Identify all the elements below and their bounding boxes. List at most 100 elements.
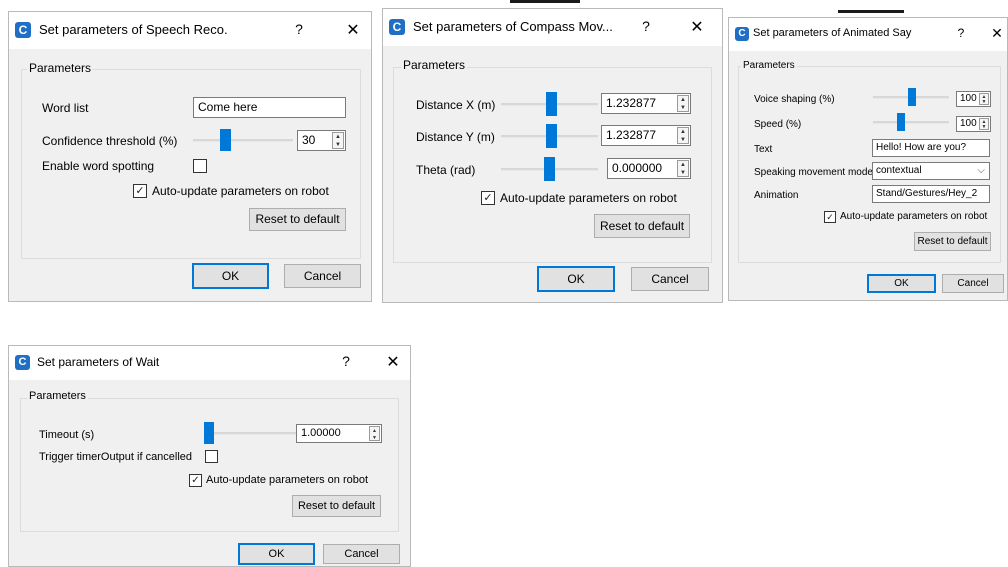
- spin-down-icon[interactable]: ▼: [333, 141, 343, 149]
- background-fragment: [838, 10, 904, 13]
- auto-update-label: Auto-update parameters on robot: [500, 191, 677, 205]
- spinbox-value: 30: [302, 133, 316, 147]
- spin-up-icon[interactable]: ▲: [678, 128, 688, 136]
- spin-arrows-icon[interactable]: ▲ ▼: [677, 95, 689, 112]
- title-bar[interactable]: C Set parameters of Wait ? ✕: [9, 346, 410, 380]
- spin-down-icon[interactable]: ▼: [678, 136, 688, 144]
- text-label: Text: [754, 144, 773, 155]
- timeout-slider[interactable]: [204, 422, 296, 444]
- question-mark-icon[interactable]: ?: [636, 18, 656, 34]
- speed-spinbox[interactable]: 100 ▲ ▼: [956, 116, 991, 132]
- slider-handle[interactable]: [908, 88, 916, 106]
- slider-groove: [873, 121, 949, 124]
- app-c-icon: C: [15, 355, 30, 370]
- animation-input[interactable]: Stand/Gestures/Hey_2: [872, 185, 990, 203]
- slider-handle[interactable]: [546, 124, 557, 148]
- app-c-icon: C: [15, 22, 31, 38]
- title-bar[interactable]: C Set parameters of Animated Say ? ✕: [729, 18, 1007, 51]
- spin-arrows-icon[interactable]: ▲ ▼: [332, 132, 344, 149]
- spin-down-icon[interactable]: ▼: [980, 124, 988, 130]
- title-bar[interactable]: C Set parameters of Compass Mov... ? ✕: [383, 9, 722, 46]
- dialog-title: Set parameters of Speech Reco.: [39, 22, 228, 37]
- cancel-button[interactable]: Cancel: [631, 267, 709, 291]
- distance-x-slider[interactable]: [501, 92, 598, 116]
- trigger-checkbox[interactable]: [205, 450, 218, 463]
- question-mark-icon[interactable]: ?: [336, 353, 356, 369]
- voice-shaping-label: Voice shaping (%): [754, 94, 835, 105]
- chevron-down-icon[interactable]: ⌵: [977, 163, 985, 179]
- auto-update-checkbox[interactable]: ✓: [481, 191, 495, 205]
- voice-shaping-spinbox[interactable]: 100 ▲ ▼: [956, 91, 991, 107]
- close-x-icon[interactable]: ✕: [987, 25, 1007, 42]
- spin-arrows-icon[interactable]: ▲ ▼: [979, 118, 989, 130]
- spin-arrows-icon[interactable]: ▲ ▼: [369, 426, 380, 441]
- close-x-icon[interactable]: ✕: [343, 20, 363, 40]
- spin-up-icon[interactable]: ▲: [678, 96, 688, 104]
- word-list-input[interactable]: Come here: [193, 97, 346, 118]
- confidence-spinbox[interactable]: 30 ▲ ▼: [297, 130, 346, 151]
- close-x-icon[interactable]: ✕: [383, 352, 403, 372]
- reset-to-default-button[interactable]: Reset to default: [914, 232, 991, 251]
- reset-to-default-button[interactable]: Reset to default: [594, 214, 690, 238]
- spin-arrows-icon[interactable]: ▲ ▼: [979, 93, 989, 105]
- theta-spinbox[interactable]: 0.000000 ▲ ▼: [607, 158, 691, 179]
- ok-button[interactable]: OK: [238, 543, 315, 565]
- auto-update-label: Auto-update parameters on robot: [152, 184, 329, 198]
- slider-groove: [193, 139, 293, 142]
- word-spotting-checkbox[interactable]: [193, 159, 207, 173]
- spin-down-icon[interactable]: ▼: [980, 99, 988, 105]
- group-title: Parameters: [27, 390, 88, 402]
- ok-button[interactable]: OK: [537, 266, 615, 292]
- spin-up-icon[interactable]: ▲: [333, 133, 343, 141]
- animation-label: Animation: [754, 190, 799, 201]
- slider-handle[interactable]: [204, 422, 214, 444]
- dialog-title: Set parameters of Compass Mov...: [413, 19, 613, 34]
- spinbox-value: 0.000000: [612, 161, 663, 175]
- background-fragment: [510, 0, 580, 3]
- slider-handle[interactable]: [544, 157, 555, 181]
- text-input[interactable]: Hello! How are you?: [872, 139, 990, 157]
- theta-label: Theta (rad): [416, 163, 476, 177]
- question-mark-icon[interactable]: ?: [951, 26, 971, 40]
- theta-slider[interactable]: [501, 157, 598, 181]
- distance-x-label: Distance X (m): [416, 98, 496, 112]
- question-mark-icon[interactable]: ?: [289, 21, 309, 37]
- spin-down-icon[interactable]: ▼: [678, 104, 688, 112]
- ok-button[interactable]: OK: [192, 263, 269, 289]
- distance-y-spinbox[interactable]: 1.232877 ▲ ▼: [601, 125, 691, 146]
- spin-down-icon[interactable]: ▼: [370, 434, 379, 441]
- cancel-button[interactable]: Cancel: [323, 544, 400, 564]
- slider-handle[interactable]: [897, 113, 905, 131]
- distance-y-slider[interactable]: [501, 124, 598, 148]
- dialog-title: Set parameters of Wait: [37, 355, 160, 369]
- timeout-spinbox[interactable]: 1.00000 ▲ ▼: [296, 424, 382, 443]
- spin-arrows-icon[interactable]: ▲ ▼: [677, 160, 689, 177]
- auto-update-label: Auto-update parameters on robot: [206, 474, 369, 486]
- group-title: Parameters: [27, 61, 94, 75]
- confidence-slider[interactable]: [193, 129, 293, 151]
- distance-x-spinbox[interactable]: 1.232877 ▲ ▼: [601, 93, 691, 114]
- reset-to-default-button[interactable]: Reset to default: [292, 495, 381, 517]
- spinbox-value: 100: [960, 93, 977, 104]
- speed-slider[interactable]: [873, 113, 949, 131]
- auto-update-checkbox[interactable]: ✓: [189, 474, 202, 487]
- auto-update-checkbox[interactable]: ✓: [133, 184, 147, 198]
- speaking-mode-dropdown[interactable]: contextual ⌵: [872, 162, 990, 180]
- close-x-icon[interactable]: ✕: [687, 17, 707, 37]
- spin-arrows-icon[interactable]: ▲ ▼: [677, 127, 689, 144]
- animated-say-dialog: C Set parameters of Animated Say ? ✕ Par…: [728, 17, 1008, 301]
- auto-update-checkbox[interactable]: ✓: [824, 211, 836, 223]
- voice-shaping-slider[interactable]: [873, 88, 949, 106]
- group-title: Parameters: [741, 60, 797, 71]
- title-bar[interactable]: C Set parameters of Speech Reco. ? ✕: [9, 12, 371, 49]
- cancel-button[interactable]: Cancel: [284, 264, 361, 288]
- app-c-icon: C: [389, 19, 405, 35]
- slider-handle[interactable]: [220, 129, 231, 151]
- spin-down-icon[interactable]: ▼: [678, 169, 688, 177]
- cancel-button[interactable]: Cancel: [942, 274, 1004, 293]
- slider-handle[interactable]: [546, 92, 557, 116]
- reset-to-default-button[interactable]: Reset to default: [249, 208, 346, 231]
- spin-up-icon[interactable]: ▲: [678, 161, 688, 169]
- dropdown-value: contextual: [876, 165, 922, 176]
- ok-button[interactable]: OK: [867, 274, 936, 293]
